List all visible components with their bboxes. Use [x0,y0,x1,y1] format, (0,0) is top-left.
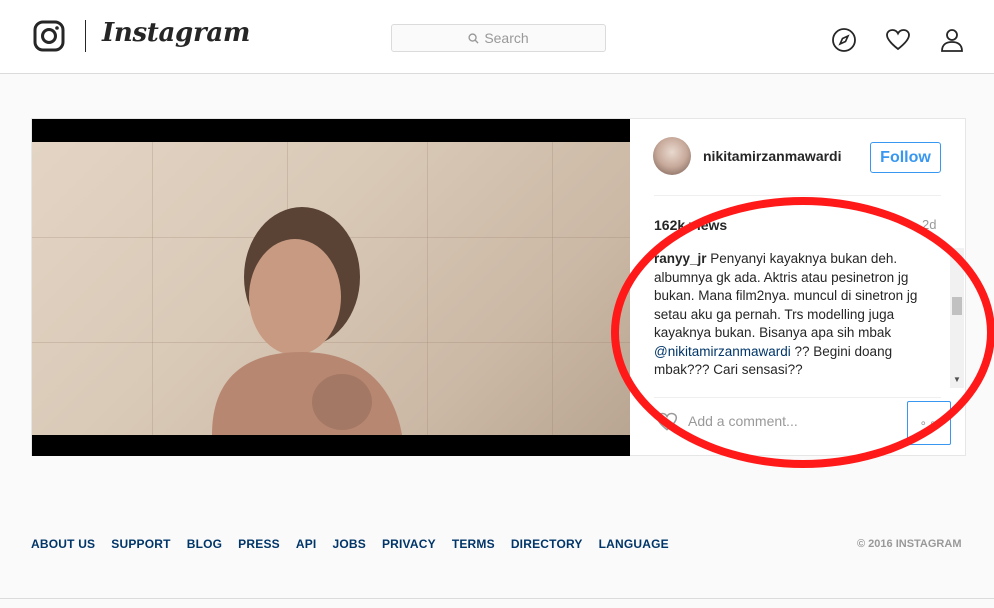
logo-divider [85,20,86,52]
footer-link-press[interactable]: PRESS [238,537,280,551]
comment-mention[interactable]: @nikitamirzanmawardi [654,344,791,359]
like-heart-icon[interactable] [656,411,678,433]
post-age[interactable]: 2d [922,217,936,232]
explore-compass-icon[interactable] [831,27,857,53]
search-placeholder: Search [484,30,529,46]
footer-link-blog[interactable]: BLOG [187,537,222,551]
instagram-camera-icon[interactable] [33,20,65,52]
scrollbar-thumb[interactable] [952,297,962,315]
add-comment-input[interactable]: Add a comment... [688,413,798,429]
footer-link-language[interactable]: LANGUAGE [599,537,669,551]
person-silhouette [212,207,402,435]
more-options-button[interactable]: ∘∘ [907,401,951,445]
comment-list[interactable]: ranyy_jr Penyanyi kayaknya bukan deh. al… [654,250,950,386]
footer-link-terms[interactable]: TERMS [452,537,495,551]
search-icon [468,32,479,44]
footer-link-api[interactable]: API [296,537,317,551]
comment-item: ranyy_jr Penyanyi kayaknya bukan deh. al… [654,250,950,380]
footer-link-jobs[interactable]: JOBS [332,537,365,551]
footer-link-about[interactable]: ABOUT US [31,537,95,551]
bottom-divider [0,598,994,599]
profile-person-icon[interactable] [939,27,965,53]
search-input[interactable]: Search [391,24,606,52]
footer-link-privacy[interactable]: PRIVACY [382,537,436,551]
footer-link-directory[interactable]: DIRECTORY [511,537,583,551]
comment-username[interactable]: ranyy_jr [654,251,707,266]
post-username[interactable]: nikitamirzanmawardi [703,148,842,164]
footer-links: ABOUT US SUPPORT BLOG PRESS API JOBS PRI… [31,537,669,551]
post-video[interactable] [32,119,630,456]
copyright-notice: © 2016 INSTAGRAM [857,538,962,550]
avatar[interactable] [653,137,691,175]
view-count: 162k views [654,217,728,233]
activity-heart-icon[interactable] [885,27,911,53]
comments-scrollbar[interactable] [950,248,964,388]
header-divider [654,195,941,196]
video-frame [32,142,630,435]
instagram-wordmark[interactable]: Instagram [102,18,250,48]
comment-divider [654,397,941,398]
scroll-down-arrow-icon[interactable]: ▼ [951,374,963,386]
footer-link-support[interactable]: SUPPORT [111,537,170,551]
top-navigation-bar: Instagram Search [0,0,994,74]
follow-button[interactable]: Follow [870,142,941,173]
